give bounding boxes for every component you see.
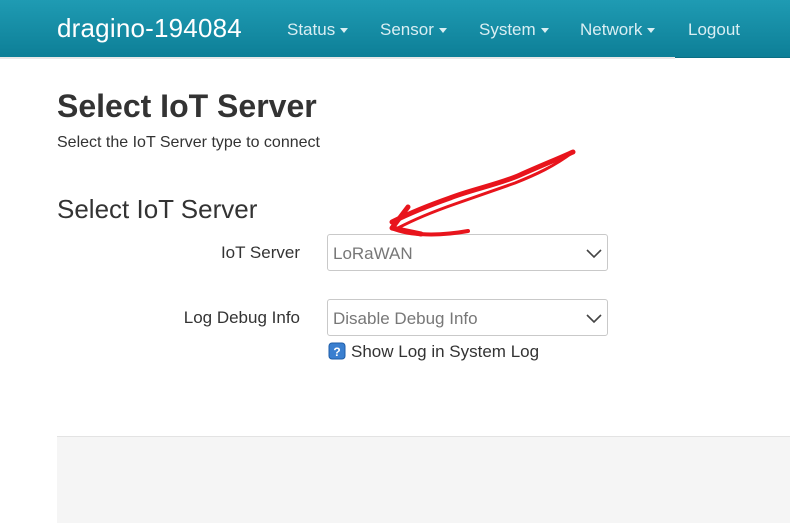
- section-title: Select IoT Server: [57, 194, 258, 224]
- nav-status-menu[interactable]: Status: [287, 20, 349, 40]
- page-description: Select the IoT Server type to connect: [57, 134, 320, 151]
- nav-sensor-menu[interactable]: Sensor: [380, 20, 447, 40]
- caret-down-icon: [340, 28, 349, 34]
- top-navbar: dragino-194084 Status Sensor System Netw…: [0, 0, 790, 58]
- log-debug-help: ? Show Log in System Log: [328, 342, 539, 362]
- nav-logout-link[interactable]: Logout: [688, 20, 740, 40]
- log-debug-selected-value: Disable Debug Info: [333, 309, 478, 328]
- nav-status-label: Status: [287, 20, 336, 39]
- iot-server-selected-value: LoRaWAN: [333, 244, 413, 263]
- nav-system-label: System: [479, 20, 536, 39]
- chevron-down-icon: [586, 314, 602, 324]
- chevron-down-icon: [586, 249, 602, 259]
- help-icon: ?: [328, 342, 346, 360]
- log-debug-select[interactable]: Disable Debug Info: [327, 299, 608, 336]
- log-debug-help-text: Show Log in System Log: [351, 342, 540, 361]
- nav-network-menu[interactable]: Network: [580, 20, 656, 40]
- nav-network-label: Network: [580, 20, 643, 39]
- header-divider: [0, 57, 675, 59]
- nav-logout-label: Logout: [688, 20, 740, 39]
- nav-system-menu[interactable]: System: [479, 20, 549, 40]
- iot-server-select[interactable]: LoRaWAN: [327, 234, 608, 271]
- svg-text:?: ?: [333, 345, 340, 359]
- brand-title[interactable]: dragino-194084: [57, 13, 242, 44]
- log-debug-label: Log Debug Info: [183, 308, 300, 327]
- caret-down-icon: [438, 28, 447, 34]
- page-title: Select IoT Server: [57, 88, 317, 124]
- caret-down-icon: [647, 28, 656, 34]
- footer-panel: [57, 436, 790, 523]
- iot-server-label: IoT Server: [220, 243, 300, 262]
- nav-sensor-label: Sensor: [380, 20, 434, 39]
- caret-down-icon: [540, 28, 549, 34]
